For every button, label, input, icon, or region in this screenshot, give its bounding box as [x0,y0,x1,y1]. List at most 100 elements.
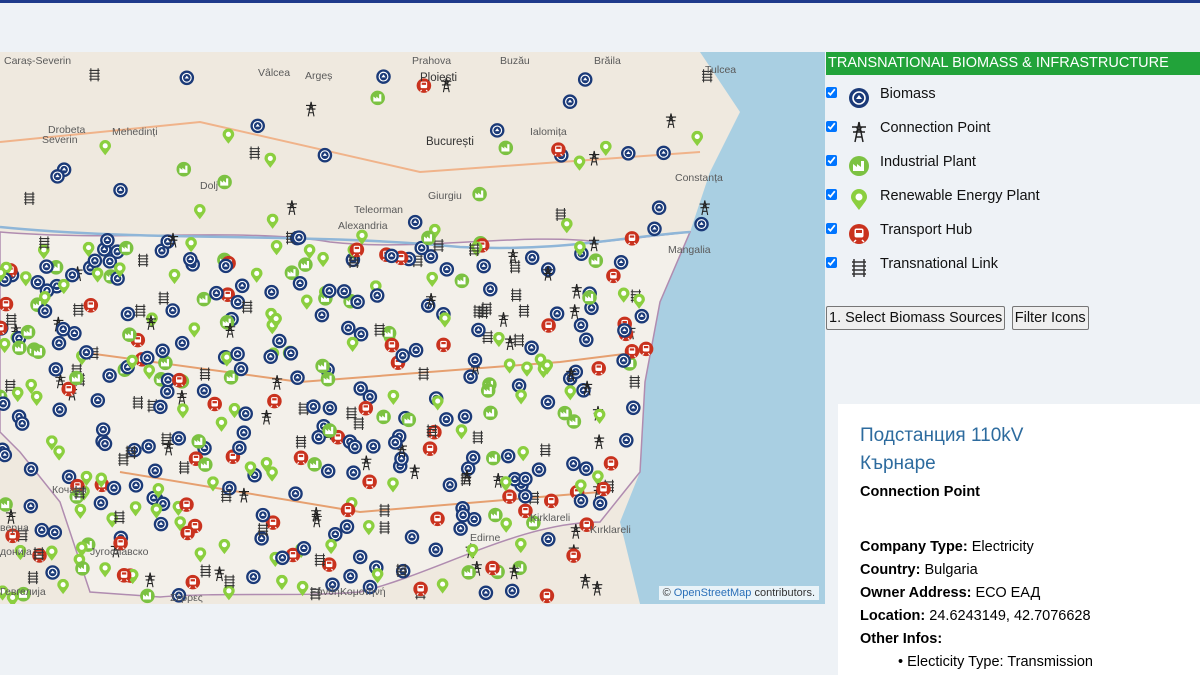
map-marker-biomass[interactable] [524,340,539,356]
map-marker-industrial-plant[interactable] [320,371,336,387]
map-marker-transport-hub[interactable] [267,393,282,409]
map-marker-biomass[interactable] [97,436,113,452]
map-marker-biomass[interactable] [439,262,455,277]
map-marker-biomass[interactable] [347,439,363,455]
map-marker-biomass[interactable] [500,448,516,464]
map-marker-biomass[interactable] [79,345,94,360]
map-marker-transport-hub[interactable] [179,497,194,512]
map-marker-transport-hub[interactable] [293,450,309,466]
map-marker-biomass[interactable] [50,169,65,184]
map-marker-biomass[interactable] [171,431,187,446]
map-marker-industrial-plant[interactable] [498,140,514,156]
map-marker-industrial-plant[interactable] [370,90,385,106]
map-marker-transport-hub[interactable] [185,574,201,590]
map-marker-biomass[interactable] [524,250,540,265]
map-marker-biomass[interactable] [52,402,67,418]
map-marker-industrial-plant[interactable] [176,161,192,177]
map-marker-biomass[interactable] [578,461,594,476]
map-marker-biomass[interactable] [120,306,136,322]
legend-checkbox[interactable] [826,87,837,98]
map-marker-biomass[interactable] [317,147,333,163]
map-marker-biomass[interactable] [467,352,483,368]
legend-checkbox[interactable] [826,189,837,200]
map-marker-biomass[interactable] [407,214,423,230]
map-marker-biomass[interactable] [106,480,122,496]
map-marker-biomass[interactable] [314,307,330,323]
map-marker-biomass[interactable] [174,335,190,351]
map-marker-industrial-plant[interactable] [140,588,155,604]
map-marker-industrial-plant[interactable] [69,370,84,386]
map-marker-industrial-plant[interactable] [315,358,330,374]
map-marker-biomass[interactable] [153,516,169,532]
map-marker-transport-hub[interactable] [541,318,556,333]
legend-item-biomass[interactable]: Biomass [826,83,1200,117]
map-marker-biomass[interactable] [45,565,60,580]
map-marker-biomass[interactable] [619,433,634,448]
map-marker-transport-hub[interactable] [436,337,451,353]
filter-icons-button[interactable]: Filter Icons [1011,306,1089,330]
map-marker-biomass[interactable] [291,230,307,245]
map-marker-transport-hub[interactable] [539,588,555,604]
map-marker-biomass[interactable] [353,381,368,396]
map-marker-biomass[interactable] [322,400,338,416]
map-marker-biomass[interactable] [651,200,667,215]
map-marker-biomass[interactable] [236,425,252,440]
map-marker-biomass[interactable] [320,463,336,479]
select-biomass-button[interactable]: 1. Select Biomass Sources [826,306,1006,330]
map-marker-transport-hub[interactable] [485,560,500,576]
map-marker-biomass[interactable] [140,350,155,366]
map-marker-biomass[interactable] [55,321,71,337]
map-marker-transport-hub[interactable] [624,231,640,246]
map-marker-biomass[interactable] [518,488,533,504]
map-marker-transport-hub[interactable] [172,372,187,388]
map-marker-biomass[interactable] [388,435,403,450]
map-marker-biomass[interactable] [39,259,54,274]
map-marker-transport-hub[interactable] [566,548,581,563]
map-marker-biomass[interactable] [489,123,505,138]
map-marker-biomass[interactable] [155,343,170,359]
map-marker-biomass[interactable] [336,284,352,299]
map-marker-biomass[interactable] [442,477,458,493]
map-marker-biomass[interactable] [350,294,365,310]
map-marker-biomass[interactable] [694,216,709,232]
map-marker-industrial-plant[interactable] [566,414,582,429]
map-marker-transport-hub[interactable] [551,142,566,157]
map-marker-transport-hub[interactable] [603,456,619,471]
map-marker-biomass[interactable] [48,362,64,377]
map-marker-biomass[interactable] [250,118,265,134]
map-marker-transport-hub[interactable] [340,502,356,518]
map-marker-industrial-plant[interactable] [307,457,322,472]
map-marker-biomass[interactable] [128,478,144,493]
map-marker-biomass[interactable] [93,495,109,511]
map-marker-biomass[interactable] [102,368,117,383]
map-marker-biomass[interactable] [296,541,312,556]
map-marker-industrial-plant[interactable] [191,434,206,449]
map-marker-biomass[interactable] [65,267,80,283]
map-marker-biomass[interactable] [95,422,111,437]
map-marker-industrial-plant[interactable] [376,409,391,425]
map-marker-biomass[interactable] [376,69,391,84]
map-marker-biomass[interactable] [463,369,478,384]
map-marker-biomass[interactable] [292,276,308,291]
map-marker-biomass[interactable] [613,255,629,270]
map-marker-industrial-plant[interactable] [486,450,501,466]
map-marker-biomass[interactable] [246,569,261,585]
map-marker-biomass[interactable] [343,568,358,584]
map-marker-biomass[interactable] [147,463,163,479]
map-marker-biomass[interactable] [263,349,278,364]
map-marker-biomass[interactable] [218,258,234,274]
map-marker-transport-hub[interactable] [596,481,611,497]
map-marker-biomass[interactable] [518,471,533,487]
map-marker-industrial-plant[interactable] [20,324,36,340]
map-marker-biomass[interactable] [288,486,303,501]
map-marker-transport-hub[interactable] [358,400,374,416]
map-marker-biomass[interactable] [179,70,195,86]
map-marker-biomass[interactable] [562,94,578,109]
map-marker-transport-hub[interactable] [606,268,621,284]
legend-checkbox[interactable] [826,155,837,166]
map-view[interactable]: Caraș-Severin Vâlcea Argeș Prahova Buzău Brăi… [0,52,825,604]
map-marker-biomass[interactable] [478,585,494,601]
map-marker-biomass[interactable] [196,383,212,399]
map-marker-biomass[interactable] [471,322,486,338]
map-marker-biomass[interactable] [230,346,245,362]
